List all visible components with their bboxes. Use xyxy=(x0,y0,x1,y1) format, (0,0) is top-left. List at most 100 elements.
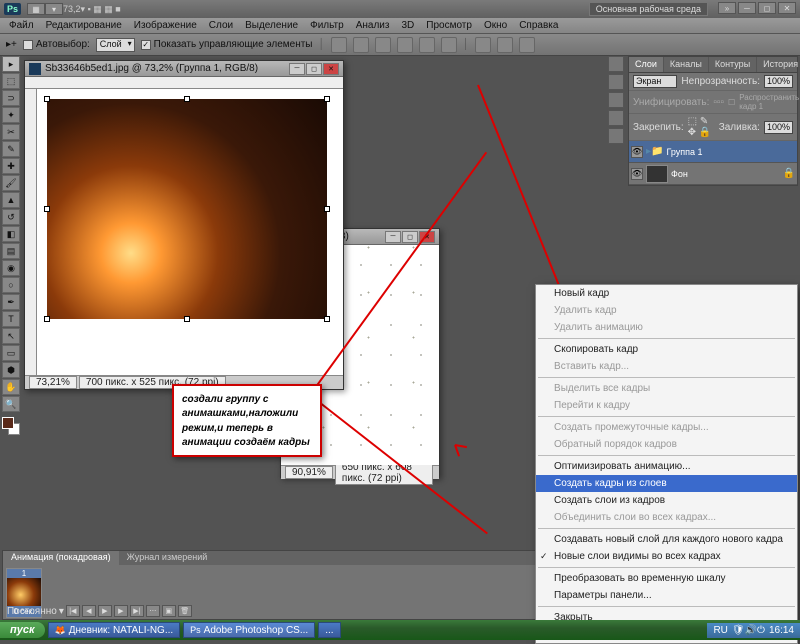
marquee-tool[interactable]: ⬚ xyxy=(2,73,20,89)
shape-tool[interactable]: ▭ xyxy=(2,345,20,361)
menu-window[interactable]: Окно xyxy=(479,19,512,32)
menu-analysis[interactable]: Анализ xyxy=(351,19,395,32)
opacity-input[interactable]: 100% xyxy=(764,75,793,88)
align-icon[interactable] xyxy=(441,37,457,53)
first-frame-button[interactable]: |◀ xyxy=(66,605,80,617)
menu-view[interactable]: Просмотр xyxy=(421,19,477,32)
minimize-button[interactable]: ─ xyxy=(738,2,756,14)
distribute-icon[interactable] xyxy=(519,37,535,53)
menu-edit[interactable]: Редактирование xyxy=(41,19,127,32)
lasso-tool[interactable]: ⊃ xyxy=(2,90,20,106)
wand-tool[interactable]: ✦ xyxy=(2,107,20,123)
doc1-zoom[interactable]: 73,21% xyxy=(29,376,77,389)
menu-item[interactable]: Создать кадры из слоев xyxy=(536,475,797,492)
menu-3d[interactable]: 3D xyxy=(396,19,419,32)
eraser-tool[interactable]: ◧ xyxy=(2,226,20,242)
blur-tool[interactable]: ◉ xyxy=(2,260,20,276)
tween-button[interactable]: ⋯ xyxy=(146,605,160,617)
tb-icon[interactable]: ▦ xyxy=(27,3,45,15)
tab-paths[interactable]: Контуры xyxy=(709,57,757,72)
doc-min[interactable]: ─ xyxy=(289,63,305,75)
tab-animation[interactable]: Анимация (покадровая) xyxy=(3,551,119,565)
panel-icon[interactable] xyxy=(608,92,624,108)
layer-group[interactable]: 👁 ▸📁 Группа 1 xyxy=(629,141,797,163)
auto-select-check[interactable]: Автовыбор: xyxy=(23,39,90,50)
doc1-canvas[interactable] xyxy=(37,89,343,375)
tab-layers[interactable]: Слои xyxy=(629,57,664,72)
type-tool[interactable]: T xyxy=(2,311,20,327)
history-brush-tool[interactable]: ↺ xyxy=(2,209,20,225)
tab-channels[interactable]: Каналы xyxy=(664,57,709,72)
visibility-icon[interactable]: 👁 xyxy=(631,168,643,180)
menu-item[interactable]: Скопировать кадр xyxy=(536,341,797,358)
brush-tool[interactable]: 🖌 xyxy=(2,175,20,191)
tray-lang[interactable]: RU xyxy=(713,625,727,636)
color-swatch[interactable] xyxy=(2,417,20,435)
taskbar-item[interactable]: ... xyxy=(318,622,340,638)
panel-icon[interactable] xyxy=(608,110,624,126)
align-icon[interactable] xyxy=(375,37,391,53)
prev-frame-button[interactable]: ◀ xyxy=(82,605,96,617)
path-tool[interactable]: ↖ xyxy=(2,328,20,344)
pen-tool[interactable]: ✒ xyxy=(2,294,20,310)
layer-background[interactable]: 👁 Фон 🔒 xyxy=(629,163,797,185)
close-button[interactable]: ✕ xyxy=(778,2,796,14)
doc2-zoom[interactable]: 90,91% xyxy=(285,466,333,479)
align-icon[interactable] xyxy=(331,37,347,53)
play-button[interactable]: ▶ xyxy=(98,605,112,617)
stamp-tool[interactable]: ▲ xyxy=(2,192,20,208)
document-window-1[interactable]: Sb33646b5ed1.jpg @ 73,2% (Группа 1, RGB/… xyxy=(24,60,344,390)
workspace-selector[interactable]: Основная рабочая среда xyxy=(589,2,708,16)
taskbar-item[interactable]: 🦊 Дневник: NATALI-NG... xyxy=(48,622,181,638)
dodge-tool[interactable]: ○ xyxy=(2,277,20,293)
gradient-tool[interactable]: ▤ xyxy=(2,243,20,259)
tab-measurements[interactable]: Журнал измерений xyxy=(119,551,216,565)
eyedropper-tool[interactable]: ✎ xyxy=(2,141,20,157)
start-button[interactable]: пуск xyxy=(0,622,45,638)
blend-mode-select[interactable]: Экран xyxy=(633,75,677,88)
menu-layer[interactable]: Слои xyxy=(204,19,238,32)
3d-tool[interactable]: ⬢ xyxy=(2,362,20,378)
new-frame-button[interactable]: ▣ xyxy=(162,605,176,617)
menu-file[interactable]: Файл xyxy=(4,19,39,32)
align-icon[interactable] xyxy=(397,37,413,53)
next-frame-button[interactable]: ▶ xyxy=(114,605,128,617)
doc-close[interactable]: ✕ xyxy=(323,63,339,75)
panel-icon[interactable] xyxy=(608,128,624,144)
menu-filter[interactable]: Фильтр xyxy=(305,19,349,32)
fill-input[interactable]: 100% xyxy=(764,121,793,134)
doc-max[interactable]: ◻ xyxy=(402,231,418,243)
show-controls-check[interactable]: ✓Показать управляющие элементы xyxy=(141,39,313,50)
doc1-image[interactable] xyxy=(47,99,327,319)
menu-item[interactable]: Параметры панели... xyxy=(536,587,797,604)
menu-select[interactable]: Выделение xyxy=(240,19,303,32)
lock-icons[interactable]: ⬚ ✎ ✥ 🔒 xyxy=(688,116,715,138)
loop-select[interactable]: Постоянно xyxy=(7,606,57,617)
maximize-button[interactable]: ◻ xyxy=(758,2,776,14)
doc-min[interactable]: ─ xyxy=(385,231,401,243)
move-tool[interactable]: ▸ xyxy=(2,56,20,72)
crop-tool[interactable]: ✂ xyxy=(2,124,20,140)
menu-image[interactable]: Изображение xyxy=(129,19,202,32)
taskbar-item[interactable]: Ps Adobe Photoshop CS... xyxy=(183,622,315,638)
panel-icon[interactable] xyxy=(608,74,624,90)
tab-history[interactable]: История xyxy=(757,57,800,72)
menu-help[interactable]: Справка xyxy=(514,19,563,32)
align-icon[interactable] xyxy=(419,37,435,53)
align-icon[interactable] xyxy=(353,37,369,53)
menu-item[interactable]: Преобразовать во временную шкалу xyxy=(536,570,797,587)
hand-tool[interactable]: ✋ xyxy=(2,379,20,395)
menu-item[interactable]: Оптимизировать анимацию... xyxy=(536,458,797,475)
menu-item[interactable]: Создать слои из кадров xyxy=(536,492,797,509)
zoom-tool[interactable]: 🔍 xyxy=(2,396,20,412)
delete-frame-button[interactable]: 🗑 xyxy=(178,605,192,617)
doc-max[interactable]: ◻ xyxy=(306,63,322,75)
tb-icon2[interactable]: ▾ xyxy=(45,3,63,15)
tb-more[interactable]: » xyxy=(718,2,736,14)
auto-select-target[interactable]: Слой xyxy=(96,38,135,52)
panel-icon[interactable] xyxy=(608,56,624,72)
heal-tool[interactable]: ✚ xyxy=(2,158,20,174)
menu-item[interactable]: Новые слои видимы во всех кадрах xyxy=(536,548,797,565)
last-frame-button[interactable]: ▶| xyxy=(130,605,144,617)
system-tray[interactable]: RU 🛡🔊⏻ 16:14 xyxy=(707,623,800,638)
